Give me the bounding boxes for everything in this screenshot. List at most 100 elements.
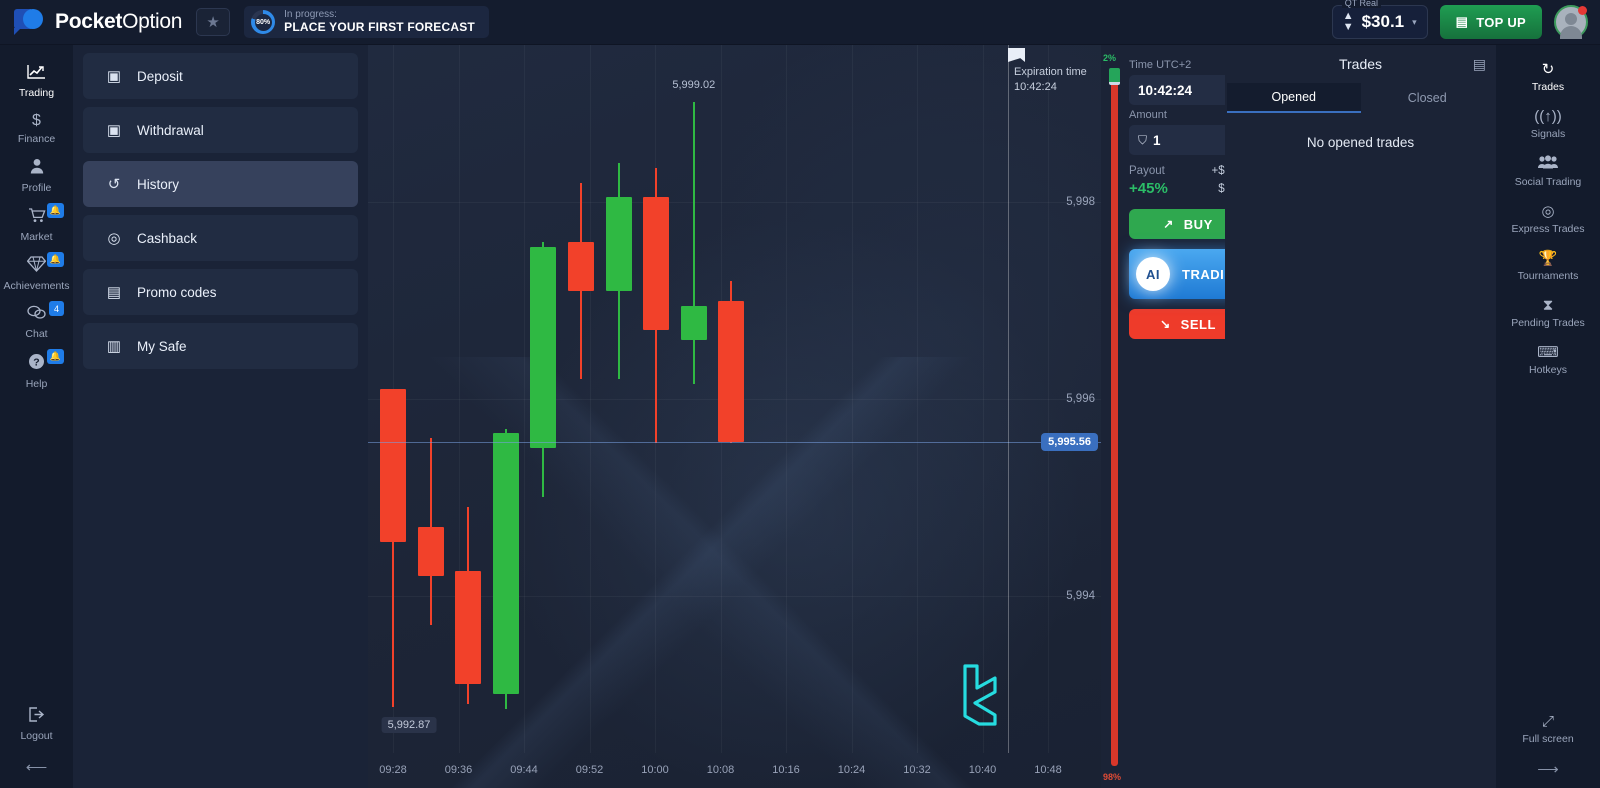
candlestick-body: [568, 241, 594, 291]
right-label-social-trading: Social Trading: [1514, 176, 1582, 188]
right-item-pending-trades[interactable]: ⧗ Pending Trades: [1496, 289, 1600, 336]
y-axis-tick: 5,996: [1066, 393, 1095, 405]
banknote-icon: ▣: [106, 68, 122, 85]
candlestick-body: [643, 197, 670, 331]
cart-icon: [28, 207, 46, 228]
candlestick-body: [680, 305, 707, 340]
submenu-label-deposit: Deposit: [137, 68, 183, 84]
arrow-down-right-icon: ↘: [1160, 317, 1171, 331]
right-item-social-trading[interactable]: Social Trading: [1496, 147, 1600, 195]
y-axis-tick: 5,994: [1066, 589, 1095, 602]
logout-button[interactable]: Logout: [0, 700, 73, 748]
submenu-item-my-safe[interactable]: ▥ My Safe: [83, 323, 358, 369]
submenu-item-cashback[interactable]: ◎ Cashback: [83, 215, 358, 261]
dollar-refresh-icon: ◎: [107, 230, 121, 247]
fullscreen-button[interactable]: ⤢ Full screen: [1496, 705, 1600, 752]
quest-progress-banner[interactable]: 80% In progress: PLACE YOUR FIRST FORECA…: [244, 6, 489, 38]
x-axis-tick: 09:28: [379, 764, 407, 776]
star-icon: ★: [206, 14, 220, 31]
candlestick: [605, 45, 632, 753]
avatar[interactable]: [1554, 5, 1588, 39]
sidebar-collapse-button[interactable]: ⟵: [0, 748, 73, 778]
trophy-icon: 🏆: [1538, 250, 1558, 267]
market-bell-badge: 🔔: [46, 203, 64, 218]
updown-dollar-icon: ▲ ▼: [1342, 10, 1354, 33]
clock-back-icon: ↺: [107, 176, 121, 193]
tab-closed-label: Closed: [1407, 91, 1447, 105]
x-axis-labels: 09:28 09:36 09:44 09:52 10:00 10:08 10:16 10:24…: [368, 764, 1101, 780]
sidebar-label-trading: Trading: [18, 87, 55, 99]
fullscreen-label: Full screen: [1522, 733, 1574, 745]
submenu-item-withdrawal[interactable]: ▣ Withdrawal: [83, 107, 358, 153]
sentiment-down-track: [1111, 73, 1118, 766]
sidebar-item-chat[interactable]: 4 Chat: [0, 298, 73, 346]
chat-bubble-icon: [27, 305, 46, 325]
right-item-hotkeys[interactable]: ⌨ Hotkeys: [1496, 336, 1600, 383]
right-label-hotkeys: Hotkeys: [1529, 364, 1567, 376]
candlestick: [380, 45, 406, 753]
arrow-left-icon: ⟵: [25, 759, 48, 776]
trades-empty-message: No opened trades: [1306, 135, 1415, 150]
candlestick-body: [530, 246, 557, 449]
candlestick-body: [718, 300, 745, 443]
right-item-express-trades[interactable]: ◎ Express Trades: [1496, 195, 1600, 242]
sentiment-up-percent: 2%: [1103, 53, 1117, 63]
sidebar-item-trading[interactable]: Trading: [0, 57, 73, 105]
expiration-line: [1008, 45, 1009, 753]
price-chart[interactable]: 5,995.56 Expiration time 10:42:24 5,999.…: [368, 45, 1101, 788]
tab-opened[interactable]: Opened: [1227, 83, 1361, 113]
right-item-signals[interactable]: ((↑)) Signals: [1496, 100, 1600, 147]
submenu-item-promo-codes[interactable]: ▤ Promo codes: [83, 269, 358, 315]
pocketoption-logo-icon: [14, 7, 46, 37]
people-icon: [1538, 155, 1558, 173]
submenu-item-deposit[interactable]: ▣ Deposit: [83, 53, 358, 99]
x-axis-tick: 10:00: [641, 764, 669, 776]
tab-closed[interactable]: Closed: [1361, 83, 1495, 113]
sidebar-label-market: Market: [20, 231, 53, 243]
banknote-icon: ▣: [106, 122, 122, 139]
balance-amount: $30.1: [1361, 12, 1405, 31]
chevron-down-icon: ▾: [1412, 16, 1417, 27]
sidebar-item-market[interactable]: 🔔 Market: [0, 200, 73, 249]
sidebar-item-finance[interactable]: $ Finance: [0, 105, 73, 151]
antenna-icon: ((↑)): [1534, 108, 1562, 125]
candlestick-wick: [692, 102, 695, 385]
top-up-label: TOP UP: [1476, 14, 1526, 30]
top-up-button[interactable]: ▤ TOP UP: [1439, 5, 1542, 39]
brand-logo[interactable]: PocketOption: [14, 7, 182, 37]
amount-value-field: 1: [1153, 132, 1161, 148]
right-item-trades[interactable]: ↻ Trades: [1496, 53, 1600, 100]
trades-panel: Trades ▤ Opened Closed No opened trades: [1225, 45, 1496, 788]
x-axis-tick: 10:16: [772, 764, 800, 776]
quest-progress-ring-icon: 80%: [251, 10, 276, 34]
list-icon[interactable]: ▤: [1473, 56, 1486, 73]
candlestick: [455, 45, 482, 753]
sidebar-item-help[interactable]: 🔔 ? Help: [0, 346, 73, 396]
right-item-tournaments[interactable]: 🏆 Tournaments: [1496, 242, 1600, 289]
dollar-icon: $: [32, 112, 41, 129]
sidebar-item-profile[interactable]: Profile: [0, 151, 73, 200]
broker-watermark-icon: [955, 660, 1009, 730]
right-sidebar-collapse-button[interactable]: ⟶: [1496, 752, 1600, 780]
current-price-line: [368, 442, 1101, 444]
finance-submenu-panel: ▣ Deposit ▣ Withdrawal ↺ History ◎ Cashb…: [73, 45, 368, 788]
brand-name: PocketOption: [55, 10, 182, 34]
submenu-item-history[interactable]: ↺ History: [83, 161, 358, 207]
brand-name-bold: Pocket: [55, 10, 123, 33]
submenu-label-promo-codes: Promo codes: [137, 284, 217, 300]
submenu-label-my-safe: My Safe: [137, 338, 187, 354]
payout-label: Payout: [1129, 165, 1165, 177]
account-balance-selector[interactable]: QT Real ▲ ▼ $30.1 ▾: [1331, 0, 1428, 39]
x-axis-tick: 09:52: [575, 764, 604, 776]
help-bell-badge: 🔔: [46, 349, 64, 364]
person-icon: [30, 158, 44, 179]
x-axis-tick: 10:48: [1034, 764, 1062, 776]
sidebar-label-finance: Finance: [17, 133, 56, 145]
sidebar-item-achievements[interactable]: 🔔 Achievements: [0, 249, 73, 298]
favorites-button[interactable]: ★: [196, 8, 231, 36]
submenu-label-cashback: Cashback: [137, 230, 198, 246]
right-label-express-trades: Express Trades: [1511, 223, 1585, 235]
keyboard-icon: ⌨: [1537, 344, 1559, 361]
submenu-label-withdrawal: Withdrawal: [137, 122, 204, 138]
candlestick: [530, 45, 557, 753]
